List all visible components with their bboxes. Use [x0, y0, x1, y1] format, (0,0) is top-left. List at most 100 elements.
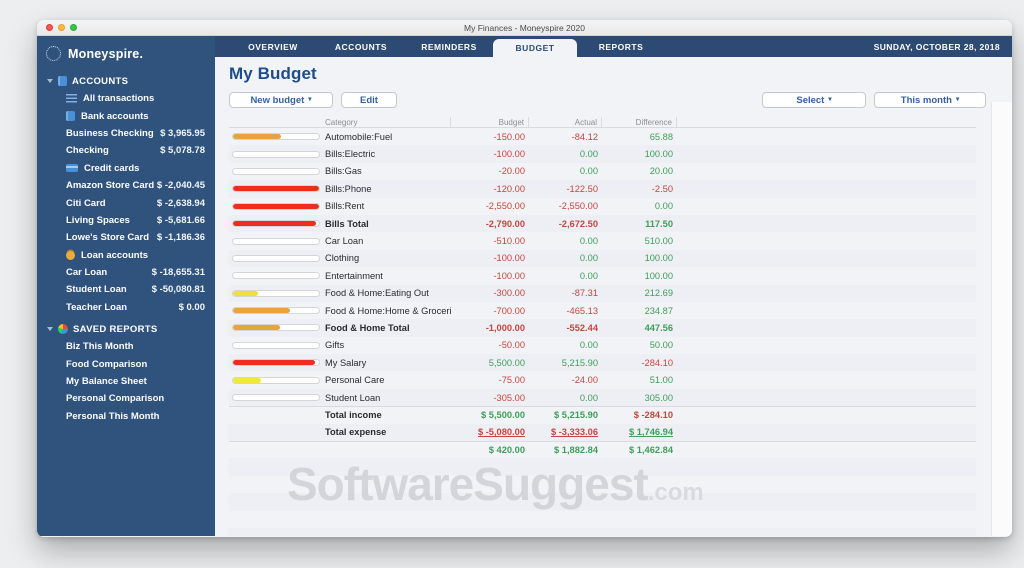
- header-actual[interactable]: Actual: [529, 117, 602, 127]
- sidebar-item-personal-this-month[interactable]: Personal This Month: [37, 408, 215, 425]
- sidebar-section-saved-reports[interactable]: SAVED REPORTS: [37, 320, 215, 338]
- budget-row[interactable]: Food & Home:Home & Groceries -700.00 -46…: [229, 302, 976, 319]
- item-label: Personal Comparison: [66, 393, 165, 405]
- new-budget-label: New budget: [250, 94, 305, 106]
- category-cell: Bills Total: [325, 218, 369, 229]
- toolbar: New budget ▾ Edit Select ▾ This month ▾: [229, 92, 1012, 108]
- budget-row[interactable]: $ 420.00 $ 1,882.84 $ 1,462.84: [229, 441, 976, 458]
- credit-card-icon: [66, 164, 78, 173]
- sidebar-item-lowe-s-store-card[interactable]: Lowe's Store Card $ -1,186.36: [37, 229, 215, 246]
- header-budget[interactable]: Budget: [451, 117, 529, 127]
- budget-row[interactable]: Food & Home Total -1,000.00 -552.44 447.…: [229, 319, 976, 337]
- tab-overview[interactable]: OVERVIEW: [229, 36, 317, 57]
- budget-cell: -700.00: [493, 305, 525, 316]
- tab-reports[interactable]: REPORTS: [577, 36, 665, 57]
- budget-row[interactable]: Car Loan -510.00 0.00 510.00: [229, 232, 976, 249]
- budget-row[interactable]: Bills Total -2,790.00 -2,672.50 117.50: [229, 214, 976, 233]
- budget-row[interactable]: Food & Home:Eating Out -300.00 -87.31 21…: [229, 284, 976, 302]
- item-label: All transactions: [83, 93, 155, 105]
- budget-row[interactable]: My Salary 5,500.00 5,215.90 -284.10: [229, 354, 976, 372]
- budget-row[interactable]: Student Loan -305.00 0.00 305.00: [229, 388, 976, 407]
- budget-row[interactable]: Clothing -100.00 0.00 100.00: [229, 249, 976, 268]
- budget-row[interactable]: Automobile:Fuel -150.00 -84.12 65.88: [229, 128, 976, 145]
- window-title: My Finances - Moneyspire 2020: [464, 22, 585, 33]
- scrollbar-gutter[interactable]: [991, 102, 1012, 536]
- actual-cell: -2,550.00: [558, 201, 598, 212]
- tab-budget[interactable]: BUDGET: [493, 39, 577, 57]
- tab-accounts[interactable]: ACCOUNTS: [317, 36, 405, 57]
- difference-cell: 100.00: [644, 149, 673, 160]
- sidebar-item-my-balance-sheet[interactable]: My Balance Sheet: [37, 373, 215, 390]
- close-button[interactable]: [46, 24, 53, 31]
- minimize-button[interactable]: [58, 24, 65, 31]
- budget-progress-bar: [229, 220, 325, 228]
- difference-cell: 117.50: [645, 218, 673, 229]
- sidebar-item-all-transactions[interactable]: All transactions: [37, 90, 215, 107]
- category-cell: Clothing: [325, 253, 360, 264]
- actual-cell: 0.00: [579, 236, 598, 247]
- app-window: My Finances - Moneyspire 2020 Moneyspire…: [37, 20, 1012, 537]
- section-label: SAVED REPORTS: [73, 323, 158, 335]
- top-nav: OVERVIEW ACCOUNTS REMINDERS BUDGET REPORTS S…: [215, 36, 1012, 57]
- sidebar-item-business-checking[interactable]: Business Checking $ 3,965.95: [37, 125, 215, 142]
- actual-cell: -122.50: [566, 183, 598, 194]
- budget-cell: -75.00: [498, 375, 525, 386]
- budget-progress-bar: [229, 272, 325, 280]
- sidebar-item-credit-cards[interactable]: Credit cards: [37, 160, 215, 177]
- difference-cell: $ 1,462.84: [629, 445, 673, 456]
- budget-page: My Budget New budget ▾ Edit Select ▾ Thi…: [215, 57, 1012, 536]
- budget-row[interactable]: Bills:Phone -120.00 -122.50 -2.50: [229, 180, 976, 198]
- sidebar-item-amazon-store-card[interactable]: Amazon Store Card $ -2,040.45: [37, 177, 215, 194]
- actual-cell: 0.00: [579, 270, 598, 281]
- difference-cell: $ 1,746.94: [629, 427, 673, 438]
- account-balance: $ -1,186.36: [156, 232, 205, 244]
- sidebar: Moneyspire. ACCOUNTS All transactions Bank…: [37, 36, 215, 536]
- category-cell: Entertainment: [325, 270, 383, 281]
- sidebar-section-accounts[interactable]: ACCOUNTS: [37, 72, 215, 90]
- sidebar-item-car-loan[interactable]: Car Loan $ -18,655.31: [37, 264, 215, 281]
- budget-row[interactable]: Bills:Gas -20.00 0.00 20.00: [229, 163, 976, 180]
- chevron-down-icon: ▾: [955, 96, 960, 104]
- budget-row[interactable]: Total expense $ -5,080.00 $ -3,333.06 $ …: [229, 423, 976, 442]
- header-category[interactable]: Category: [325, 117, 451, 127]
- category-cell: Food & Home:Home & Groceries: [325, 305, 451, 316]
- sidebar-item-loan-accounts[interactable]: Loan accounts: [37, 247, 215, 264]
- period-button[interactable]: This month ▾: [874, 92, 986, 108]
- category-cell: Automobile:Fuel: [325, 131, 393, 142]
- difference-cell: 510.00: [644, 236, 673, 247]
- item-label: Loan accounts: [81, 249, 149, 261]
- budget-row[interactable]: Bills:Rent -2,550.00 -2,550.00 0.00: [229, 198, 976, 215]
- budget-row[interactable]: Total income $ 5,500.00 $ 5,215.90 $ -28…: [229, 406, 976, 423]
- sidebar-item-citi-card[interactable]: Citi Card $ -2,638.94: [37, 194, 215, 211]
- disclosure-triangle-icon[interactable]: [47, 79, 53, 83]
- actual-cell: 0.00: [579, 253, 598, 264]
- sidebar-item-teacher-loan[interactable]: Teacher Loan $ 0.00: [37, 299, 215, 316]
- budget-row[interactable]: Gifts -50.00 0.00 50.00: [229, 337, 976, 354]
- sidebar-item-living-spaces[interactable]: Living Spaces $ -5,681.66: [37, 212, 215, 229]
- budget-cell: $ 5,500.00: [481, 410, 525, 421]
- header-difference[interactable]: Difference: [602, 117, 677, 127]
- category-cell: Food & Home:Eating Out: [325, 288, 429, 299]
- zoom-button[interactable]: [70, 24, 77, 31]
- sidebar-item-personal-comparison[interactable]: Personal Comparison: [37, 390, 215, 407]
- nav-date: SUNDAY, OCTOBER 28, 2018: [873, 41, 1000, 52]
- category-cell: Gifts: [325, 340, 345, 351]
- sidebar-item-biz-this-month[interactable]: Biz This Month: [37, 338, 215, 355]
- item-label: Business Checking: [66, 127, 154, 139]
- edit-button[interactable]: Edit: [341, 92, 397, 108]
- disclosure-triangle-icon[interactable]: [47, 327, 53, 332]
- budget-row[interactable]: Personal Care -75.00 -24.00 51.00: [229, 371, 976, 388]
- watermark: SoftwareSuggest.com: [287, 457, 704, 511]
- sidebar-item-bank-accounts[interactable]: Bank accounts: [37, 107, 215, 124]
- select-button[interactable]: Select ▾: [762, 92, 866, 108]
- budget-row[interactable]: Bills:Electric -100.00 0.00 100.00: [229, 145, 976, 163]
- budget-row[interactable]: Entertainment -100.00 0.00 100.00: [229, 267, 976, 284]
- sidebar-item-food-comparison[interactable]: Food Comparison: [37, 355, 215, 372]
- budget-progress-bar: [229, 133, 325, 141]
- tab-reminders[interactable]: REMINDERS: [405, 36, 493, 57]
- budget-cell: -100.00: [493, 149, 525, 160]
- budget-progress-bar: [229, 394, 325, 402]
- sidebar-item-student-loan[interactable]: Student Loan $ -50,080.81: [37, 281, 215, 298]
- new-budget-button[interactable]: New budget ▾: [229, 92, 333, 108]
- sidebar-item-checking[interactable]: Checking $ 5,078.78: [37, 142, 215, 159]
